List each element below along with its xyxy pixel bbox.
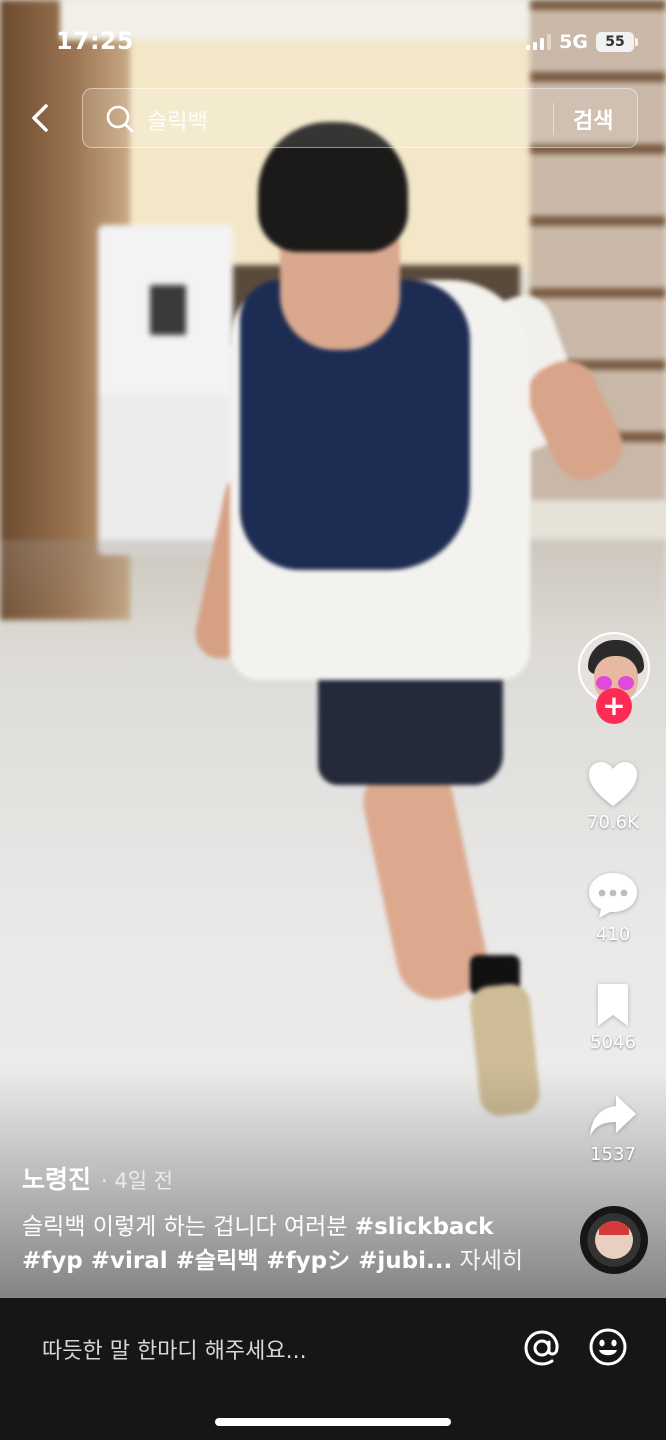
follow-button[interactable]: + xyxy=(596,688,632,724)
comment-button[interactable]: 410 xyxy=(572,870,654,945)
heart-icon xyxy=(589,762,637,806)
video-caption[interactable]: 슬릭백 이렇게 하는 겁니다 여러분 #slickback #fyp #vira… xyxy=(22,1210,567,1278)
network-type: 5G xyxy=(559,31,588,53)
search-icon xyxy=(106,105,134,133)
status-indicators: 5G 55 xyxy=(526,31,638,53)
battery-level: 55 xyxy=(605,34,625,50)
share-icon xyxy=(590,1095,636,1136)
caption-hashtag[interactable]: #slickback xyxy=(355,1214,494,1240)
author-name[interactable]: 노령진 xyxy=(22,1160,91,1196)
signal-icon xyxy=(526,34,552,50)
posted-time: · 4일 전 xyxy=(101,1169,174,1193)
emoji-icon[interactable] xyxy=(588,1327,628,1367)
share-count: 1537 xyxy=(590,1144,636,1165)
save-count: 5046 xyxy=(590,1032,636,1053)
comment-input[interactable]: 따듯한 말 한마디 해주세요... xyxy=(42,1333,307,1365)
see-more-link[interactable]: 자세히 xyxy=(460,1248,523,1274)
back-arrow-icon xyxy=(32,104,48,132)
mention-icon[interactable] xyxy=(522,1328,562,1368)
music-disc-thumbnail xyxy=(595,1221,633,1259)
back-button[interactable] xyxy=(20,98,60,138)
caption-hashtags[interactable]: #fyp #viral #슬릭백 #fypシ #jubi... xyxy=(22,1248,452,1274)
comment-count: 410 xyxy=(595,924,631,945)
search-button[interactable]: 검색 xyxy=(573,103,613,135)
video-player[interactable] xyxy=(0,0,666,1298)
search-query[interactable]: 슬릭백 xyxy=(147,104,208,136)
search-divider xyxy=(553,103,554,135)
like-count: 70.6K xyxy=(587,812,639,833)
caption-text: 슬릭백 이렇게 하는 겁니다 여러분 xyxy=(22,1214,355,1240)
bookmark-icon xyxy=(598,984,628,1026)
music-disc[interactable] xyxy=(580,1206,648,1274)
comment-icon xyxy=(589,873,637,918)
save-button[interactable]: 5046 xyxy=(572,982,654,1053)
author-line: 노령진 · 4일 전 xyxy=(22,1160,173,1196)
battery-icon: 55 xyxy=(596,32,638,52)
like-button[interactable]: 70.6K xyxy=(572,760,654,833)
search-bar[interactable]: 슬릭백 검색 xyxy=(82,88,638,148)
home-indicator[interactable] xyxy=(215,1418,451,1426)
share-button[interactable]: 1537 xyxy=(572,1092,654,1165)
comment-bar: 따듯한 말 한마디 해주세요... xyxy=(0,1298,666,1440)
status-time: 17:25 xyxy=(56,27,134,55)
